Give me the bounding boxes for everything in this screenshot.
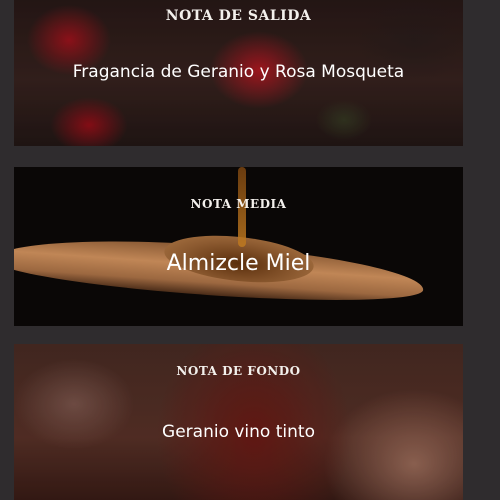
- top-note-card: NOTA DE SALIDA Fragancia de Geranio y Ro…: [14, 0, 463, 146]
- fragrance-notes-page: NOTA DE SALIDA Fragancia de Geranio y Ro…: [0, 0, 500, 500]
- base-note-card: NOTA DE FONDO Geranio vino tinto: [14, 344, 463, 500]
- honey-spoon-image: [14, 167, 463, 326]
- base-note-description: Geranio vino tinto: [162, 422, 315, 442]
- top-note-heading: NOTA DE SALIDA: [165, 8, 312, 24]
- middle-note-description: Almizcle Miel: [166, 251, 311, 276]
- top-note-description: Fragancia de Geranio y Rosa Mosqueta: [72, 62, 405, 82]
- middle-note-card: NOTA MEDIA Almizcle Miel: [14, 167, 463, 326]
- middle-note-heading: NOTA MEDIA: [190, 197, 287, 211]
- base-note-heading: NOTA DE FONDO: [176, 364, 301, 378]
